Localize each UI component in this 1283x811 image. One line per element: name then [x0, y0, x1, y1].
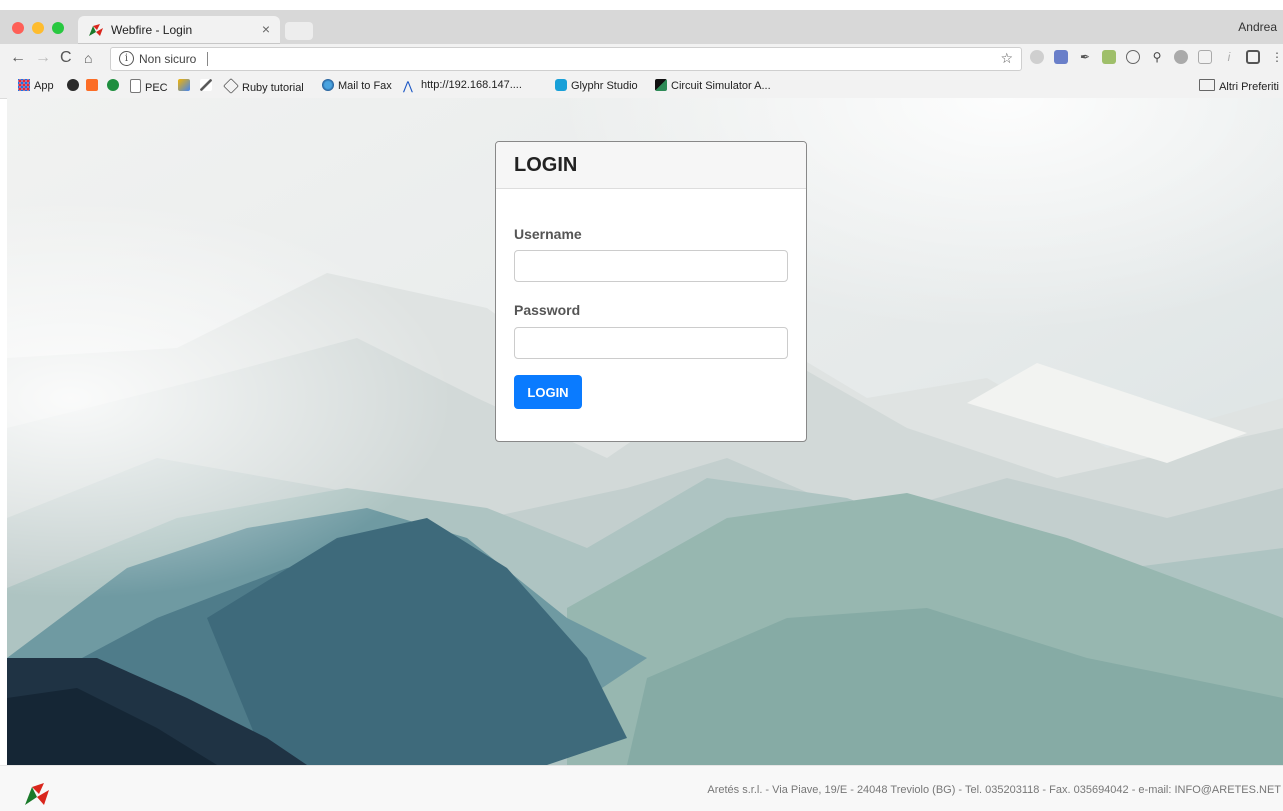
extension-php-icon[interactable] [1054, 50, 1068, 64]
globe-icon [322, 79, 334, 91]
gitlab-icon [86, 79, 98, 91]
aretes-logo-icon [25, 783, 49, 805]
address-bar[interactable]: i Non sicuro ☆ [110, 47, 1022, 71]
new-tab-button[interactable] [285, 22, 313, 40]
text-cursor [207, 52, 208, 66]
password-label: Password [514, 302, 581, 318]
glyphr-icon [555, 79, 567, 91]
bookmark-apps[interactable]: App [18, 79, 54, 92]
profile-name[interactable]: Andrea [1238, 20, 1277, 34]
bookmark-ruby-tutorial[interactable]: Ruby tutorial [223, 78, 304, 94]
bookmark-gitlab[interactable] [86, 79, 102, 92]
maximize-window-button[interactable] [52, 22, 64, 34]
extension-zoom-icon[interactable]: ⚲ [1150, 50, 1164, 64]
login-title: LOGIN [496, 142, 806, 189]
bookmark-pec[interactable]: PEC [130, 79, 168, 94]
bookmark-local-ip[interactable]: ⋀ http://192.168.147.... [403, 79, 522, 92]
minimize-window-button[interactable] [32, 22, 44, 34]
extension-info-icon[interactable]: i [1222, 50, 1236, 64]
info-bookmark-icon [107, 79, 119, 91]
extension-tag-icon[interactable] [1102, 50, 1116, 64]
extension-dropper-icon[interactable]: ✒ [1078, 50, 1092, 64]
reload-icon[interactable]: C [60, 50, 72, 66]
tab-title: Webfire - Login [111, 23, 193, 37]
circuit-icon [655, 79, 667, 91]
page-icon [130, 79, 141, 93]
page-footer: Aretés s.r.l. - Via Piave, 19/E - 24048 … [0, 765, 1283, 811]
bookmark-glyphr-studio[interactable]: Glyphr Studio [555, 79, 638, 92]
extension-cast-icon[interactable] [1198, 50, 1212, 64]
tab-strip: Webfire - Login × Andrea [0, 10, 1283, 44]
footer-contact-info: Aretés s.r.l. - Via Piave, 19/E - 24048 … [707, 784, 1281, 796]
diamond-icon [223, 78, 239, 94]
forward-arrow-icon[interactable]: → [35, 50, 51, 66]
bookmark-other-folder[interactable]: Altri Preferiti [1199, 79, 1279, 93]
username-input[interactable] [514, 250, 788, 282]
extension-square-icon[interactable] [1246, 50, 1260, 64]
gamepad-icon [67, 79, 79, 91]
extension-clock-icon[interactable] [1126, 50, 1140, 64]
close-window-button[interactable] [12, 22, 24, 34]
close-tab-icon[interactable]: × [262, 21, 270, 37]
bookmark-feed[interactable] [178, 79, 194, 92]
bookmark-info[interactable] [107, 79, 123, 92]
tab-webfire-login[interactable]: Webfire - Login × [78, 16, 280, 44]
home-icon[interactable]: ⌂ [84, 50, 92, 66]
wave-icon: ⋀ [403, 79, 413, 93]
folder-icon [1199, 79, 1216, 91]
back-arrow-icon[interactable]: ← [10, 50, 26, 66]
login-button[interactable]: LOGIN [514, 375, 582, 409]
browser-toolbar: ← → C ⌂ i Non sicuro ☆ ✒ ⚲ i ⋮ [0, 44, 1283, 75]
site-info-icon[interactable]: i [119, 51, 134, 66]
browser-window: Webfire - Login × Andrea ← → C ⌂ i Non s… [0, 0, 1283, 811]
apps-grid-icon [18, 79, 30, 91]
login-card: LOGIN Username Password LOGIN [495, 141, 807, 442]
bookmark-gamepad[interactable] [67, 79, 83, 92]
extension-gear-icon[interactable] [1030, 50, 1044, 64]
bookmark-star-icon[interactable]: ☆ [1000, 50, 1013, 67]
bookmark-circuit-simulator[interactable]: Circuit Simulator A... [655, 79, 771, 92]
security-label: Non sicuro [139, 52, 197, 66]
bookmarks-bar: App PEC Ruby tutorial Mail to Fax ⋀ http:… [0, 74, 1283, 99]
password-input[interactable] [514, 327, 788, 359]
menu-kebab-icon[interactable]: ⋮ [1270, 50, 1283, 64]
pen-icon [200, 79, 212, 91]
feed-icon [178, 79, 190, 91]
bookmark-pen[interactable] [200, 79, 216, 92]
webfire-logo-icon [89, 24, 103, 36]
bookmark-mail-to-fax[interactable]: Mail to Fax [322, 79, 392, 92]
extension-dot-icon[interactable] [1174, 50, 1188, 64]
username-label: Username [514, 226, 582, 242]
page-content: LOGIN Username Password LOGIN [7, 98, 1283, 765]
